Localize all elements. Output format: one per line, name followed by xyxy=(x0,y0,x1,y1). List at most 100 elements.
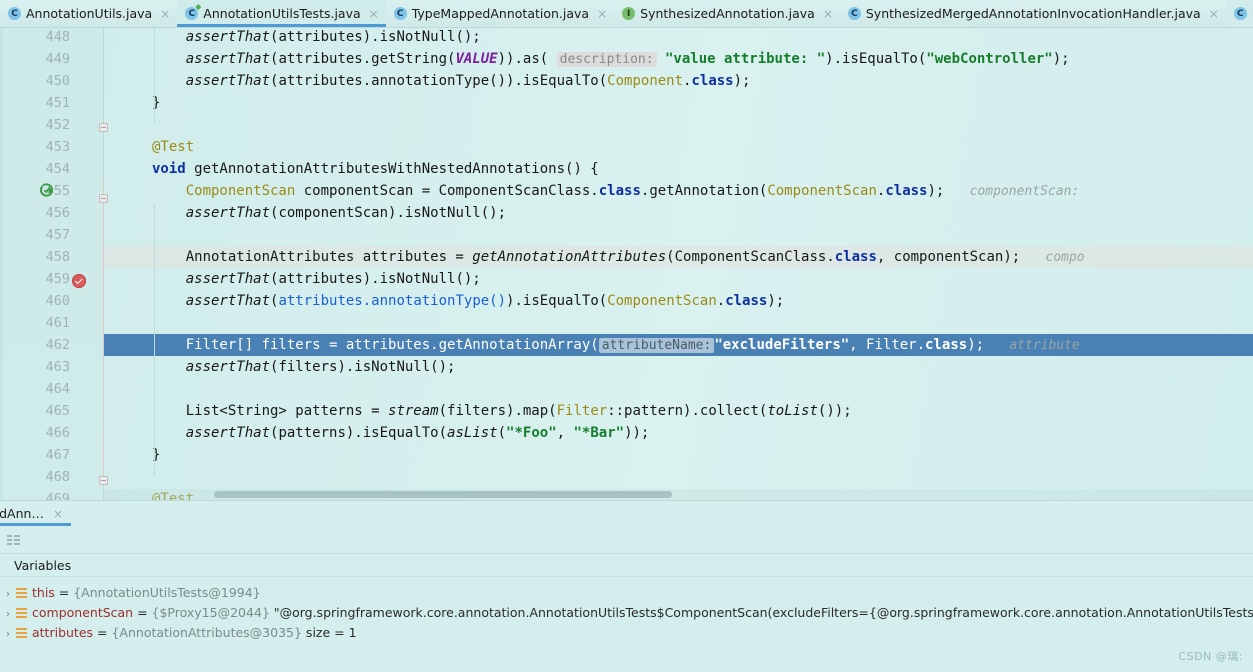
editor-hscroll-track[interactable] xyxy=(104,489,1253,500)
variable-row[interactable]: › this = {AnnotationUtilsTests@1994} xyxy=(0,583,1253,603)
line-number: 458 xyxy=(45,249,70,265)
line-number: 468 xyxy=(45,469,70,485)
line-number: 463 xyxy=(45,359,70,375)
variable-icon xyxy=(16,587,27,598)
code-line[interactable]: List<String> patterns = stream(filters).… xyxy=(104,400,1253,422)
editor-tab-label: SynthesizedMergedAnnotationInvocationHan… xyxy=(865,5,1201,21)
inline-debug-value: compo xyxy=(1045,250,1085,265)
variable-row[interactable]: › componentScan = {$Proxy15@2044} "@org.s… xyxy=(0,603,1253,623)
editor-tab-synthesizedannotation[interactable]: I SynthesizedAnnotation.java × xyxy=(614,0,840,27)
code-line[interactable]: void getAnnotationAttributesWithNestedAn… xyxy=(104,158,1253,180)
code-line[interactable]: assertThat(componentScan).isNotNull(); xyxy=(104,202,1253,224)
parameter-hint: description: xyxy=(556,52,657,67)
editor-tab-label: SynthesizedAnnotation.java xyxy=(640,5,815,21)
code-line[interactable] xyxy=(104,466,1253,488)
code-line[interactable] xyxy=(104,312,1253,334)
code-line[interactable]: } xyxy=(104,444,1253,466)
editor-tab-typemappedannotation[interactable]: C TypeMappedAnnotation.java × xyxy=(386,0,614,27)
code-line[interactable]: @Test xyxy=(104,136,1253,158)
line-number: 466 xyxy=(45,425,70,441)
line-number: 450 xyxy=(45,73,70,89)
line-number: 459 xyxy=(45,271,70,287)
expand-chevron-icon[interactable]: › xyxy=(0,605,16,623)
close-icon[interactable]: × xyxy=(50,508,63,520)
code-line[interactable] xyxy=(104,378,1253,400)
close-icon[interactable]: × xyxy=(1206,8,1219,20)
editor-tab-label: TypeMappedAnnotation.java xyxy=(411,5,590,21)
code-line[interactable]: assertThat(attributes.annotationType()).… xyxy=(104,290,1253,312)
watermark: CSDN @璃: xyxy=(1178,650,1243,663)
variable-icon xyxy=(16,627,27,638)
editor-tab-proxy[interactable]: CProxy.java× xyxy=(1225,0,1253,27)
debug-toolbar xyxy=(0,526,1253,554)
code-line[interactable]: Filter[] filters = attributes.getAnnotat… xyxy=(104,334,1253,356)
editor-tab-annotationutilstests[interactable]: C AnnotationUtilsTests.java × xyxy=(177,0,387,27)
editor-tab-label: AnnotationUtilsTests.java xyxy=(203,5,361,21)
editor-tab-label: AnnotationUtils.java xyxy=(26,5,153,21)
expand-chevron-icon[interactable]: › xyxy=(0,625,16,643)
variable-equals: = xyxy=(54,585,74,600)
class-icon: C xyxy=(1233,7,1247,20)
code-line[interactable] xyxy=(104,114,1253,136)
indent-guide xyxy=(154,204,155,476)
debug-session-tab-label: stedAnn… xyxy=(0,506,44,521)
layout-settings-icon[interactable] xyxy=(6,532,22,548)
class-icon: C xyxy=(847,7,861,20)
variables-panel-title: Variables xyxy=(0,555,1253,577)
line-number: 455 xyxy=(45,183,70,199)
close-icon[interactable]: × xyxy=(820,8,833,20)
line-number: 457 xyxy=(45,227,70,243)
run-test-icon[interactable] xyxy=(39,183,55,198)
variable-size: size = 1 xyxy=(301,625,357,640)
inline-debug-value: attribute xyxy=(1009,338,1080,353)
editor-hscroll-thumb[interactable] xyxy=(214,491,672,498)
expand-chevron-icon[interactable]: › xyxy=(0,585,16,603)
line-number: 448 xyxy=(45,29,70,45)
code-line[interactable]: assertThat(attributes.annotationType()).… xyxy=(104,70,1253,92)
parameter-hint: attributeName: xyxy=(598,338,715,353)
code-line[interactable]: assertThat(filters).isNotNull(); xyxy=(104,356,1253,378)
code-line[interactable]: assertThat(patterns).isEqualTo(asList("*… xyxy=(104,422,1253,444)
close-icon[interactable]: × xyxy=(594,8,607,20)
variable-equals: = xyxy=(133,605,152,620)
variable-value: {AnnotationUtilsTests@1994} xyxy=(73,585,261,600)
code-line[interactable]: ComponentScan componentScan = ComponentS… xyxy=(104,180,1253,202)
debug-tool-window: stedAnn… × Variables › this = {Annotation… xyxy=(0,500,1253,672)
editor-tab-synthesizedmergedannotationinvocationhandler[interactable]: C SynthesizedMergedAnnotationInvocationHa… xyxy=(840,0,1226,27)
editor-gutter[interactable]: 448 449 450 451 452 453 454 455 456 457 458 459 460 4… xyxy=(0,28,108,500)
class-icon: C xyxy=(8,7,21,20)
debug-session-tabs: stedAnn… × xyxy=(0,501,1253,526)
close-icon[interactable]: × xyxy=(366,8,379,20)
indent-guide xyxy=(154,28,155,123)
breakpoint-icon[interactable] xyxy=(72,274,86,288)
close-icon[interactable]: × xyxy=(157,8,170,20)
code-line[interactable]: AnnotationAttributes attributes = getAnn… xyxy=(104,246,1253,268)
debug-session-tab[interactable]: stedAnn… × xyxy=(0,501,71,526)
line-number: 454 xyxy=(45,161,70,177)
editor-tab-annotationutils[interactable]: C AnnotationUtils.java × xyxy=(0,0,177,27)
line-number: 451 xyxy=(45,95,70,111)
line-number: 464 xyxy=(45,381,70,397)
variable-value: {$Proxy15@2044} xyxy=(151,605,270,620)
code-line[interactable]: assertThat(attributes).isNotNull(); xyxy=(104,28,1253,48)
line-number: 467 xyxy=(45,447,70,463)
variable-string-value: "@org.springframework.core.annotation.An… xyxy=(269,605,1253,620)
variable-name: this xyxy=(32,585,55,600)
code-editor[interactable]: 448 449 450 451 452 453 454 455 456 457 458 459 460 4… xyxy=(0,28,1253,500)
variable-row[interactable]: › attributes = {AnnotationAttributes@3035… xyxy=(0,623,1253,643)
modified-badge-icon xyxy=(195,4,202,10)
code-line[interactable] xyxy=(104,224,1253,246)
variable-value: {AnnotationAttributes@3035} xyxy=(111,625,302,640)
code-line[interactable]: assertThat(attributes.getString(VALUE)).… xyxy=(104,48,1253,70)
variable-equals: = xyxy=(93,625,112,640)
code-lines[interactable]: assertThat(attributes).isNotNull(); asse… xyxy=(104,28,1253,500)
line-number: 460 xyxy=(45,293,70,309)
line-number: 469 xyxy=(45,491,70,500)
ide-window: C AnnotationUtils.java × C AnnotationUtilsTe… xyxy=(0,0,1253,672)
variable-icon xyxy=(16,607,27,618)
line-number: 461 xyxy=(45,315,70,331)
line-number: 453 xyxy=(45,139,70,155)
code-line[interactable]: assertThat(attributes).isNotNull(); xyxy=(104,268,1253,290)
code-line[interactable]: } xyxy=(104,92,1253,114)
line-number: 465 xyxy=(45,403,70,419)
